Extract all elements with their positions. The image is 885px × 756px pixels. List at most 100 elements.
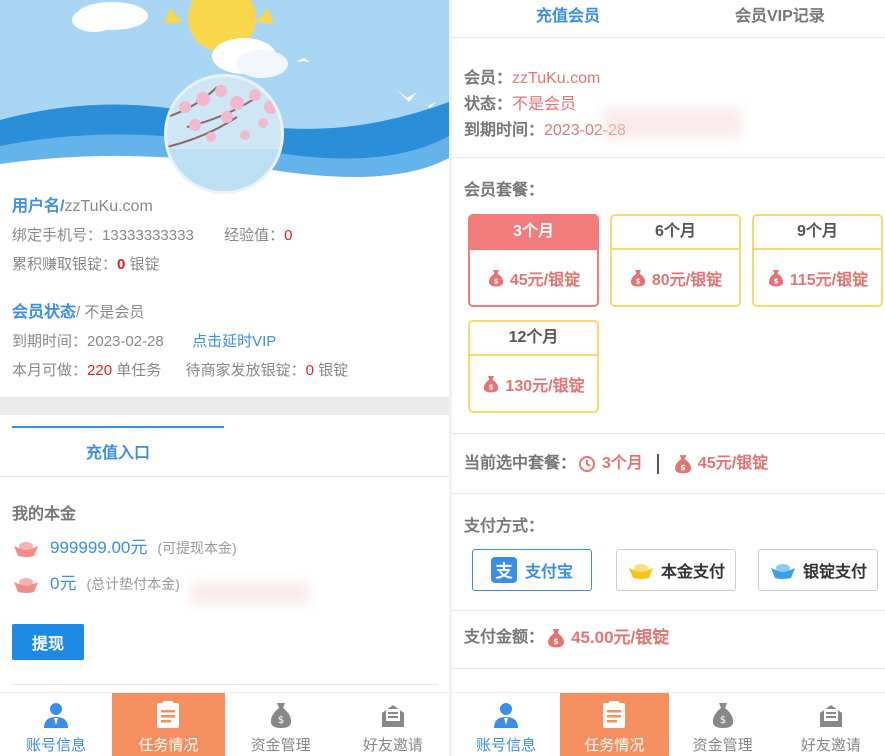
member-label: 会员： bbox=[464, 70, 513, 87]
tab-recharge-member[interactable]: 充值会员 bbox=[536, 0, 600, 38]
principal-title: 我的本金 bbox=[12, 506, 77, 523]
withdrawable-amount: 999999.00元 bbox=[50, 538, 148, 557]
pending-unit: 银锭 bbox=[318, 362, 349, 379]
invite-icon bbox=[381, 705, 404, 727]
bottom-nav: 账号信息 任务情况 $ 资金管理 好友邀请 bbox=[0, 692, 449, 756]
avatar[interactable] bbox=[164, 74, 284, 194]
package-12-months[interactable]: 12个月 $130元/银锭 bbox=[468, 320, 599, 413]
nav-funds[interactable]: $ 资金管理 bbox=[669, 693, 777, 756]
money-bag-icon: $ bbox=[548, 629, 564, 648]
earned-label: 累积赚取银锭： bbox=[12, 256, 118, 273]
account-panel: 用户名/zzTuKu.com 绑定手机号：13333333333 经验值：0 累… bbox=[0, 0, 449, 756]
alipay-label: 支付宝 bbox=[524, 564, 573, 581]
ingot-icon bbox=[14, 542, 38, 557]
current-duration: 3个月 bbox=[602, 455, 643, 472]
money-bag-icon: $ bbox=[484, 375, 499, 392]
separator bbox=[656, 454, 659, 474]
document-icon bbox=[603, 701, 626, 728]
user-icon bbox=[494, 703, 519, 728]
package-price: 80元/银锭 bbox=[651, 271, 723, 289]
svg-text:$: $ bbox=[553, 637, 558, 646]
nav-account[interactable]: 账号信息 bbox=[0, 693, 112, 756]
nav-label: 好友邀请 bbox=[362, 737, 423, 754]
nav-invite[interactable]: 好友邀请 bbox=[337, 693, 449, 756]
pay-amount: 支付金额： $ 45.00元/银锭 bbox=[464, 625, 669, 651]
user-info: 用户名/zzTuKu.com 绑定手机号：13333333333 经验值：0 累… bbox=[12, 196, 442, 385]
divider bbox=[452, 610, 885, 611]
recharge-tabbar: 充值入口 bbox=[12, 426, 438, 476]
svg-text:$: $ bbox=[635, 277, 640, 285]
recharge-panel: 充值会员 会员VIP记录 会员：zzTuKu.com 状态：不是会员 到期时间：… bbox=[452, 0, 885, 756]
money-bag-icon: $ bbox=[674, 455, 691, 474]
advanced-amount: 0元 bbox=[50, 574, 77, 593]
alipay-button[interactable]: 支 支付宝 bbox=[472, 549, 592, 591]
money-bag-icon: $ bbox=[270, 703, 291, 728]
ingot-icon bbox=[14, 578, 38, 593]
invite-icon bbox=[819, 705, 842, 727]
package-9-months[interactable]: 9个月 $115元/银锭 bbox=[752, 214, 883, 307]
exp-label: 经验值： bbox=[224, 227, 285, 244]
withdraw-button[interactable]: 提现 bbox=[12, 624, 84, 660]
money-bag-icon: $ bbox=[630, 269, 646, 286]
bottom-divider bbox=[12, 684, 438, 685]
nav-label: 账号信息 bbox=[26, 737, 87, 754]
status-value: 不是会员 bbox=[512, 96, 577, 113]
current-package: 当前选中套餐： 3个月 $ 45元/银锭 bbox=[464, 451, 768, 477]
current-price: 45元/银锭 bbox=[697, 455, 769, 472]
advanced-note: (总计垫付本金) bbox=[86, 576, 180, 592]
nav-label: 账号信息 bbox=[476, 737, 537, 754]
member-status-value: / 不是会员 bbox=[76, 304, 145, 321]
svg-text:$: $ bbox=[719, 715, 725, 726]
monthly-label: 本月可做： bbox=[12, 362, 88, 379]
tab-recharge[interactable]: 充值入口 bbox=[12, 426, 224, 476]
package-duration: 3个月 bbox=[470, 216, 597, 250]
earned-value: 0 bbox=[117, 256, 126, 273]
section-divider bbox=[0, 397, 449, 415]
nav-invite[interactable]: 好友邀请 bbox=[777, 693, 885, 756]
nav-tasks[interactable]: 任务情况 bbox=[112, 693, 225, 756]
expire-label: 到期时间： bbox=[12, 333, 88, 350]
ingot-pay-label: 银锭支付 bbox=[802, 564, 867, 581]
svg-text:$: $ bbox=[277, 715, 283, 726]
nav-label: 资金管理 bbox=[250, 737, 311, 754]
ingot-pay-button[interactable]: 银锭支付 bbox=[758, 549, 878, 591]
svg-text:$: $ bbox=[773, 277, 778, 285]
divider bbox=[452, 157, 885, 158]
principal-row: 999999.00元 (可提现本金) bbox=[12, 530, 442, 566]
monthly-unit: 单任务 bbox=[116, 362, 162, 379]
expire-label: 到期时间： bbox=[464, 122, 545, 139]
nav-label: 好友邀请 bbox=[800, 737, 861, 754]
pay-amount-value: 45.00元/银锭 bbox=[571, 628, 670, 647]
money-bag-icon: $ bbox=[712, 703, 733, 728]
nav-tasks[interactable]: 任务情况 bbox=[560, 693, 669, 756]
svg-text:支: 支 bbox=[495, 561, 513, 582]
principal-pay-label: 本金支付 bbox=[660, 564, 725, 581]
svg-text:$: $ bbox=[680, 463, 685, 472]
package-6-months[interactable]: 6个月 $80元/银锭 bbox=[610, 214, 741, 307]
member-status-label: 会员状态 bbox=[12, 304, 77, 321]
monthly-count: 220 bbox=[87, 362, 113, 379]
user-icon bbox=[44, 703, 69, 728]
gold-ingot-icon bbox=[628, 564, 653, 579]
nav-label: 任务情况 bbox=[584, 737, 645, 754]
clock-icon bbox=[579, 456, 596, 472]
package-price: 45元/银锭 bbox=[509, 271, 581, 289]
nav-account[interactable]: 账号信息 bbox=[452, 693, 560, 756]
tab-vip-records[interactable]: 会员VIP记录 bbox=[735, 0, 825, 38]
nav-funds[interactable]: $ 资金管理 bbox=[225, 693, 337, 756]
tab-underline bbox=[0, 476, 449, 477]
silver-ingot-icon bbox=[770, 564, 795, 579]
principal-pay-button[interactable]: 本金支付 bbox=[616, 549, 736, 591]
withdrawable-note: (可提现本金) bbox=[157, 540, 237, 556]
bottom-nav: 账号信息 任务情况 $ 资金管理 好友邀请 bbox=[452, 692, 885, 756]
blur-watermark bbox=[602, 108, 742, 138]
extend-vip-link[interactable]: 点击延时VIP bbox=[192, 333, 276, 350]
recharge-tabs: 充值会员 会员VIP记录 bbox=[452, 0, 885, 38]
divider bbox=[452, 668, 885, 669]
money-bag-icon: $ bbox=[488, 269, 504, 286]
status-label: 状态： bbox=[464, 96, 513, 113]
package-duration: 12个月 bbox=[470, 322, 597, 356]
package-3-months[interactable]: 3个月 $45元/银锭 bbox=[468, 214, 599, 307]
username: zzTuKu.com bbox=[64, 198, 153, 215]
package-price: 130元/银锭 bbox=[505, 377, 585, 395]
